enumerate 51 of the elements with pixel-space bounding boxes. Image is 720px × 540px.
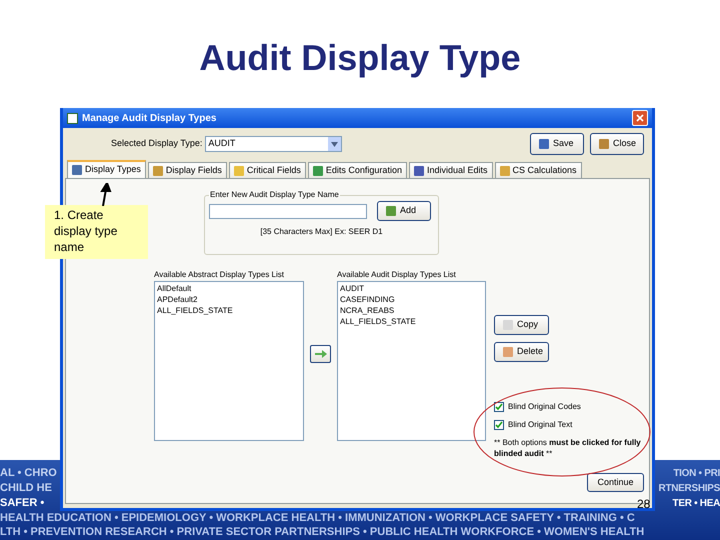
- copy-button[interactable]: Copy: [494, 315, 549, 335]
- banner-text: AL • CHRO: [0, 466, 57, 481]
- checkbox[interactable]: [494, 402, 504, 412]
- checkbox-label: Blind Original Text: [508, 419, 572, 431]
- list-label: Available Abstract Display Types List: [154, 269, 285, 281]
- display-type-dropdown[interactable]: AUDIT: [205, 136, 342, 152]
- name-input-field[interactable]: [209, 204, 367, 218]
- checkbox-label: Blind Original Codes: [508, 401, 581, 413]
- tab[interactable]: CS Calculations: [494, 162, 582, 178]
- abstract-types-list[interactable]: AllDefault APDefault2 ALL_FIELDS_STATE: [154, 281, 304, 441]
- banner-text: SAFER •: [0, 496, 46, 511]
- banner-text: HEALTH EDUCATION • EPIDEMIOLOGY • WORKPLACE HEALTH • IMMUNIZATION • WORKPLACE SAFETY • TRAINING • C: [0, 511, 636, 525]
- list-item[interactable]: APDefault2: [157, 294, 301, 305]
- tab[interactable]: Display Types: [67, 160, 146, 178]
- delete-button[interactable]: Delete: [494, 342, 549, 362]
- page-number: 28: [637, 496, 650, 513]
- note-text: ** Both options must be clicked for fully blinded audit**: [494, 437, 642, 459]
- checkbox[interactable]: [494, 420, 504, 430]
- list-item[interactable]: CASEFINDING: [340, 294, 483, 305]
- save-button[interactable]: Save: [530, 133, 584, 155]
- list-item[interactable]: ALL_FIELDS_STATE: [340, 316, 483, 327]
- banner-text: TER • HEA: [672, 497, 720, 511]
- tab[interactable]: Critical Fields: [228, 162, 306, 178]
- tab[interactable]: Edits Configuration: [308, 162, 407, 178]
- group-title: Enter New Audit Display Type Name: [209, 189, 340, 201]
- move-right-button[interactable]: [310, 345, 331, 363]
- slide-title: Audit Display Type: [199, 36, 521, 80]
- tab[interactable]: Individual Edits: [408, 162, 492, 178]
- list-item[interactable]: AllDefault: [157, 283, 301, 294]
- arrow-right-icon: [314, 350, 326, 358]
- hint-text: [35 Characters Max] Ex: SEER D1: [259, 226, 384, 238]
- list-item[interactable]: NCRA_REABS: [340, 305, 483, 316]
- banner-text: TION • PRI: [673, 467, 720, 481]
- list-label: Available Audit Display Types List: [337, 269, 457, 281]
- banner-text: CHILD HE: [0, 481, 53, 496]
- tab[interactable]: Display Fields: [148, 162, 227, 178]
- callout-arrow: [100, 183, 112, 206]
- field-label: Selected Display Type:: [111, 137, 202, 150]
- banner-text: LTH • PREVENTION RESEARCH • PRIVATE SECTOR PARTNERSHIPS • PUBLIC HEALTH WORKFORCE • WOMEN'S HEALTH: [0, 525, 646, 539]
- window-title: Manage Audit Display Types: [82, 112, 216, 126]
- caret-icon: [328, 137, 342, 151]
- close-button[interactable]: Close: [590, 133, 644, 155]
- callout-text: 1. Create display type name: [54, 207, 118, 255]
- list-item[interactable]: AUDIT: [340, 283, 483, 294]
- list-item[interactable]: ALL_FIELDS_STATE: [157, 305, 301, 316]
- close-icon[interactable]: [632, 110, 648, 126]
- continue-button[interactable]: Continue: [587, 473, 644, 492]
- app-icon: [67, 112, 78, 124]
- audit-types-list[interactable]: AUDIT CASEFINDING NCRA_REABS ALL_FIELDS_STATE: [337, 281, 486, 441]
- add-button[interactable]: Add: [377, 201, 431, 221]
- banner-text: RTNERSHIPS: [658, 482, 720, 496]
